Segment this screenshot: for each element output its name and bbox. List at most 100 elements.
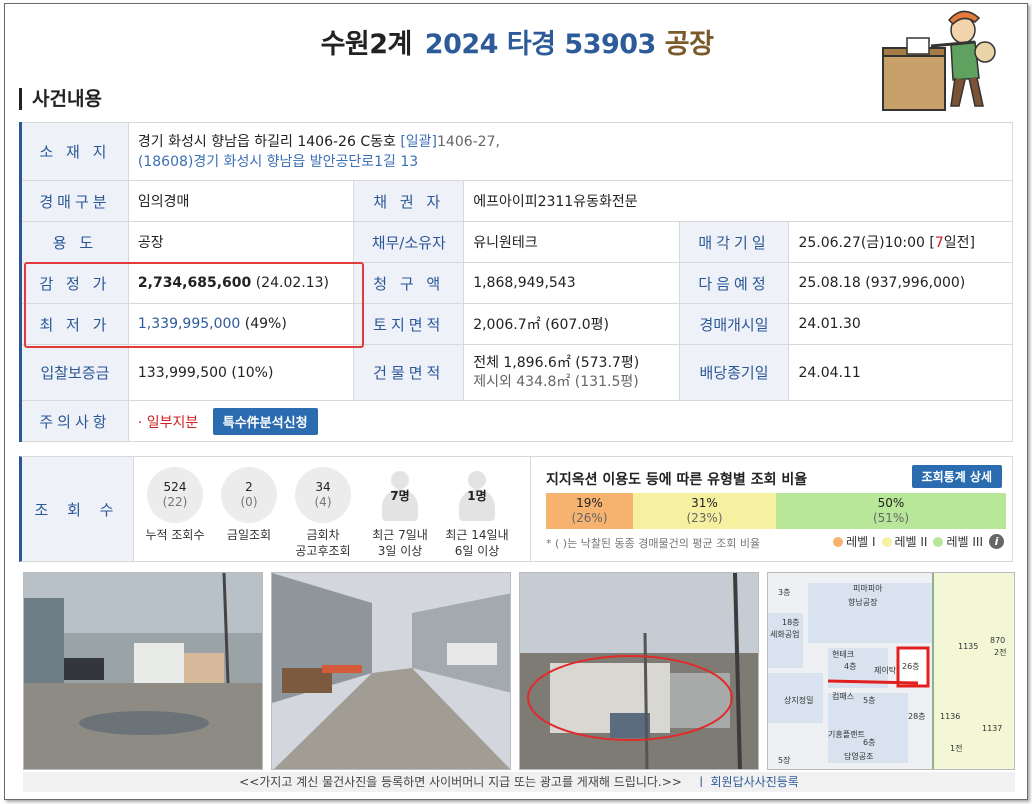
- map-label: 4층: [844, 662, 856, 671]
- map-label: 피마피아: [853, 583, 883, 593]
- debtor-label: 채무/소유자: [353, 221, 465, 263]
- stat-count: 34: [315, 480, 331, 494]
- map-label: 제이탁: [874, 665, 897, 675]
- legend-dot-yellow: [881, 536, 892, 547]
- deposit-value: 133,999,500 (10%): [127, 344, 355, 401]
- legend-level-3: 레벨 III: [946, 535, 983, 549]
- segment-avg: (26%): [571, 511, 608, 525]
- next-value: 25.08.18 (937,996,000): [788, 262, 1013, 304]
- stat-caption: 누적 조회수: [145, 528, 205, 542]
- appraisal-date: (24.02.13): [255, 275, 329, 291]
- ratio-title: 지지옥션 이용도 등에 따른 유형별 조회 비율: [546, 472, 808, 488]
- stat-caption-2: 6일 이상: [454, 544, 500, 558]
- map-label: 26층: [902, 662, 920, 671]
- sale-date-label: 매각기일: [678, 221, 790, 263]
- photo-yard[interactable]: [23, 572, 263, 770]
- ratio-bar: 19% (26%) 31% (23%) 50% (51%): [546, 493, 1006, 529]
- stat-visitors-7d: 7명 최근 7일내 3일 이상: [367, 467, 433, 559]
- auction-type-value: 임의경매: [127, 180, 355, 222]
- map-label: 1137: [982, 724, 1002, 733]
- segment-avg: (51%): [872, 511, 910, 525]
- bulk-link[interactable]: [일괄]: [400, 134, 437, 150]
- map-label: 담영공조: [844, 751, 873, 761]
- location-label: 소 재 지: [20, 122, 129, 181]
- sale-date-suffix: 일전]: [943, 235, 976, 251]
- view-stats-detail-button[interactable]: 조회통계 상세: [911, 465, 1002, 488]
- photo-alley[interactable]: [271, 572, 511, 770]
- stat-sub: (22): [162, 495, 188, 509]
- court-name: 수원2계: [320, 29, 413, 60]
- stat-circle: 2 (0): [221, 467, 277, 523]
- creditor-value: 에프아이피2311유동화전문: [463, 180, 1013, 222]
- map-label: 상지정밀: [784, 695, 813, 705]
- person-icon: 1명: [449, 467, 505, 523]
- dividend-value: 24.04.11: [788, 344, 1013, 401]
- land-label: 토지면적: [353, 303, 465, 345]
- stat-visitors-14d: 1명 최근 14일내 6일 이상: [442, 467, 512, 559]
- claim-value: 1,868,949,543: [463, 262, 680, 304]
- stat-total-views: 524 (22) 누적 조회수: [142, 467, 208, 543]
- start-label: 경매개시일: [678, 303, 790, 345]
- min-price-value: 1,339,995,000 (49%): [127, 303, 355, 345]
- info-icon[interactable]: i: [989, 534, 1004, 549]
- member-photo-register-link[interactable]: ㅣ 회원답사사진등록: [696, 775, 799, 789]
- road-address: (18608)경기 화성시 향남읍 발안공단로1길 13: [137, 153, 419, 170]
- stat-caption-2: 공고후조회: [295, 544, 351, 558]
- map-label: 1전: [950, 743, 962, 753]
- claim-label: 청 구 액: [353, 262, 465, 304]
- building-total: 전체 1,896.6㎡ (573.7평): [473, 354, 640, 371]
- stat-circle: 34 (4): [295, 467, 351, 523]
- debtor-value: 유니원테크: [463, 221, 680, 263]
- land-value: 2,006.7㎡ (607.0평): [463, 303, 680, 345]
- start-value: 24.01.30: [788, 303, 1013, 345]
- min-price-amount: 1,339,995,000: [137, 316, 241, 332]
- sale-date-value: 25.06.27(금)10:00 [7일전]: [788, 221, 1013, 263]
- building-excluded: 제시외 434.8㎡ (131.5평): [473, 373, 639, 390]
- stat-caption: 금회차: [306, 528, 340, 542]
- auction-type-label: 경매구분: [20, 180, 129, 222]
- sale-date-text: 25.06.27(금)10:00 [: [798, 235, 935, 251]
- ratio-note: * ( )는 낙찰된 동종 경매물건의 평균 조회 비율: [546, 537, 761, 550]
- map-label: 2전: [994, 647, 1006, 657]
- location-value: 경기 화성시 향남읍 하길리 1406-26 C동호 [일괄]1406-27, …: [127, 122, 1014, 181]
- notice-text: · 일부지분: [137, 414, 199, 431]
- map-label: 기흥플랜트: [828, 729, 865, 739]
- stat-round-views: 34 (4) 금회차 공고후조회: [290, 467, 356, 559]
- person-icon: 7명: [372, 467, 428, 523]
- segment-pct: 50%: [877, 496, 905, 510]
- ratio-segment: 31% (23%): [633, 493, 776, 529]
- photo-building[interactable]: [519, 572, 759, 770]
- stat-caption-2: 3일 이상: [377, 544, 423, 558]
- stat-sub: (0): [240, 495, 258, 509]
- view-stats-label: 조 회 수: [22, 457, 134, 561]
- use-label: 용 도: [20, 221, 129, 263]
- photo-map[interactable]: 3층 피마피아 향남공장 18층 세화공업 현테크 4층 제이탁 26층 상지정…: [767, 572, 1015, 770]
- view-ratio-panel: 지지옥션 이용도 등에 따른 유형별 조회 비율 조회통계 상세 19% (26%…: [530, 457, 1012, 561]
- property-category: 공장: [664, 29, 714, 60]
- page-frame: 수원2계 2024 타경 53903 공장 사건내용 소 재 지 경기 화성시 …: [4, 3, 1028, 800]
- building-label: 건물면적: [353, 344, 465, 401]
- segment-pct: 31%: [691, 496, 718, 510]
- stat-count: 2: [245, 480, 253, 494]
- creditor-label: 채 권 자: [353, 180, 465, 222]
- stat-caption: 최근 7일내: [372, 528, 428, 542]
- next-label: 다음예정: [678, 262, 790, 304]
- min-price-pct: (49%): [244, 316, 287, 332]
- map-label: 컴패스: [832, 691, 854, 701]
- auction-mascot-illustration: [882, 10, 996, 111]
- map-label: 1135: [958, 642, 978, 651]
- map-label: 5장: [778, 755, 791, 765]
- case-number: 2024 타경 53903: [424, 29, 657, 60]
- stat-today-views: 2 (0) 금일조회: [216, 467, 282, 543]
- deposit-label: 입찰보증금: [20, 344, 129, 401]
- map-label: 3층: [778, 588, 790, 597]
- map-label: 1136: [940, 712, 960, 721]
- ratio-legend: 레벨 I 레벨 II 레벨 III i: [827, 533, 1004, 550]
- map-label: 28층: [908, 712, 926, 721]
- map-label: 현테크: [832, 650, 854, 659]
- use-value: 공장: [127, 221, 355, 263]
- legend-level-1: 레벨 I: [846, 535, 876, 549]
- map-label: 870: [990, 636, 1005, 645]
- photo-register-notice: <<가지고 계신 물건사진을 등록하면 사이버머니 지급 또는 광고를 게재해 …: [239, 775, 682, 789]
- special-analysis-button[interactable]: 특수件분석신청: [212, 407, 318, 435]
